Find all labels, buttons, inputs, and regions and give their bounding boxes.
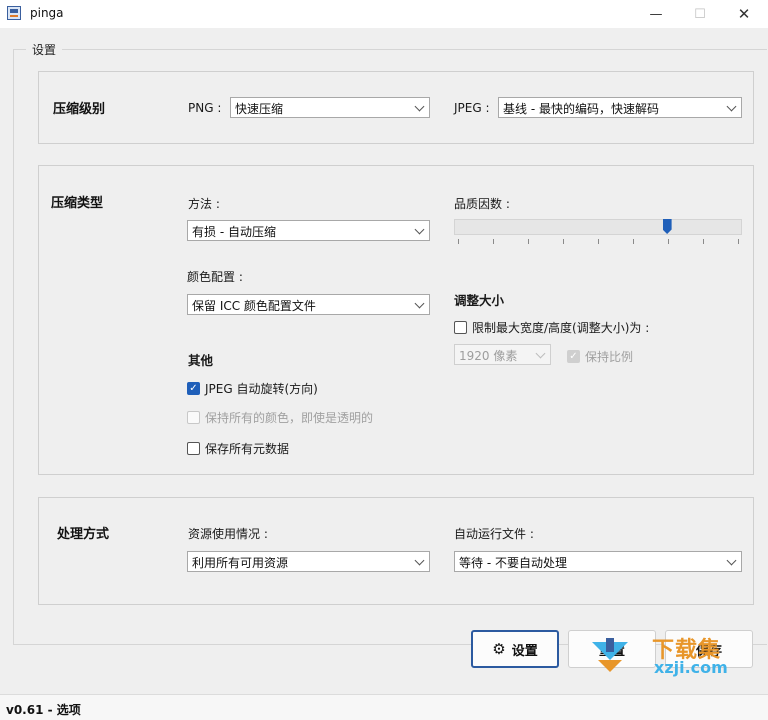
processing-title: 处理方式: [57, 527, 110, 542]
watermark-sub: xzji.com: [654, 658, 728, 677]
keep-metadata-checkbox[interactable]: 保存所有元数据: [187, 440, 289, 457]
jpeg-label: JPEG :: [454, 101, 490, 115]
jpeg-level-value: 基线 - 最快的编码，快速解码: [503, 102, 659, 116]
check-icon: ✓: [567, 350, 580, 363]
quality-slider[interactable]: [454, 219, 742, 249]
slider-tick: [528, 239, 529, 244]
auto-run-value: 等待 - 不要自动处理: [459, 556, 567, 570]
chevron-down-icon: [535, 348, 546, 359]
auto-run-label: 自动运行文件 :: [454, 527, 534, 541]
slider-tick: [458, 239, 459, 244]
status-text: v0.61 - 选项: [6, 703, 81, 717]
jpeg-level-select[interactable]: 基线 - 最快的编码，快速解码: [498, 97, 742, 118]
jpeg-rotate-checkbox[interactable]: ✓ JPEG 自动旋转(方向): [187, 380, 318, 397]
checkbox-icon: [454, 321, 467, 334]
method-value: 有损 - 自动压缩: [192, 225, 276, 239]
png-level-select[interactable]: 快速压缩: [230, 97, 430, 118]
resize-title: 调整大小: [454, 293, 505, 308]
chevron-down-icon: [414, 101, 425, 112]
resize-limit-label: 限制最大宽度/高度(调整大小)为 :: [472, 321, 650, 335]
slider-tick: [668, 239, 669, 244]
quality-label: 品质因数 :: [454, 197, 510, 211]
settings-group-title: 设置: [26, 41, 63, 58]
settings-button[interactable]: ⚙ 设置: [471, 630, 559, 668]
settings-button-label: 设置: [511, 643, 538, 659]
color-profile-label: 颜色配置 :: [187, 270, 243, 284]
png-level-value: 快速压缩: [235, 102, 284, 116]
watermark-logo-icon: [592, 638, 628, 672]
keep-ratio-label: 保持比例: [585, 350, 634, 364]
keep-metadata-label: 保存所有元数据: [205, 442, 290, 456]
title-bar: pinga — ☐ ✕: [0, 0, 768, 28]
slider-tick: [703, 239, 704, 244]
method-label: 方法 :: [188, 197, 220, 211]
auto-run-select[interactable]: 等待 - 不要自动处理: [454, 551, 742, 572]
status-bar: v0.61 - 选项: [0, 694, 768, 720]
quality-slider-track: [454, 219, 742, 235]
color-profile-value: 保留 ICC 颜色配置文件: [192, 299, 316, 313]
resource-label: 资源使用情况 :: [188, 527, 268, 541]
resize-size-value: 1920 像素: [459, 349, 518, 363]
png-label: PNG :: [188, 101, 222, 115]
compression-type-title: 压缩类型: [51, 196, 104, 211]
check-icon: ✓: [187, 382, 200, 395]
close-button[interactable]: ✕: [722, 0, 766, 28]
resource-select[interactable]: 利用所有可用资源: [187, 551, 430, 572]
keep-ratio-checkbox[interactable]: ✓ 保持比例: [567, 348, 633, 365]
checkbox-icon: [187, 442, 200, 455]
minimize-button[interactable]: —: [634, 0, 678, 28]
slider-tick: [563, 239, 564, 244]
method-select[interactable]: 有损 - 自动压缩: [187, 220, 430, 241]
chevron-down-icon: [726, 555, 737, 566]
keep-colors-checkbox[interactable]: 保持所有的颜色，即使是透明的: [187, 409, 373, 426]
maximize-button[interactable]: ☐: [678, 0, 722, 28]
chevron-down-icon: [414, 298, 425, 309]
chevron-down-icon: [414, 224, 425, 235]
resize-limit-checkbox[interactable]: 限制最大宽度/高度(调整大小)为 :: [454, 319, 649, 336]
chevron-down-icon: [414, 555, 425, 566]
gear-icon: ⚙: [492, 640, 506, 658]
compression-level-title: 压缩级别: [53, 102, 106, 117]
watermark: 下载集 xzji.com: [590, 632, 732, 678]
checkbox-icon: [187, 411, 200, 424]
window-title: pinga: [30, 6, 64, 20]
resize-size-select[interactable]: 1920 像素: [454, 344, 551, 365]
slider-tick: [738, 239, 739, 244]
keep-colors-label: 保持所有的颜色，即使是透明的: [205, 411, 374, 425]
slider-tick: [598, 239, 599, 244]
chevron-down-icon: [726, 101, 737, 112]
slider-tick: [633, 239, 634, 244]
jpeg-rotate-label: JPEG 自动旋转(方向): [205, 382, 318, 396]
other-title: 其他: [188, 353, 214, 368]
resource-value: 利用所有可用资源: [192, 556, 289, 570]
app-icon: [7, 6, 21, 20]
color-profile-select[interactable]: 保留 ICC 颜色配置文件: [187, 294, 430, 315]
slider-tick: [493, 239, 494, 244]
